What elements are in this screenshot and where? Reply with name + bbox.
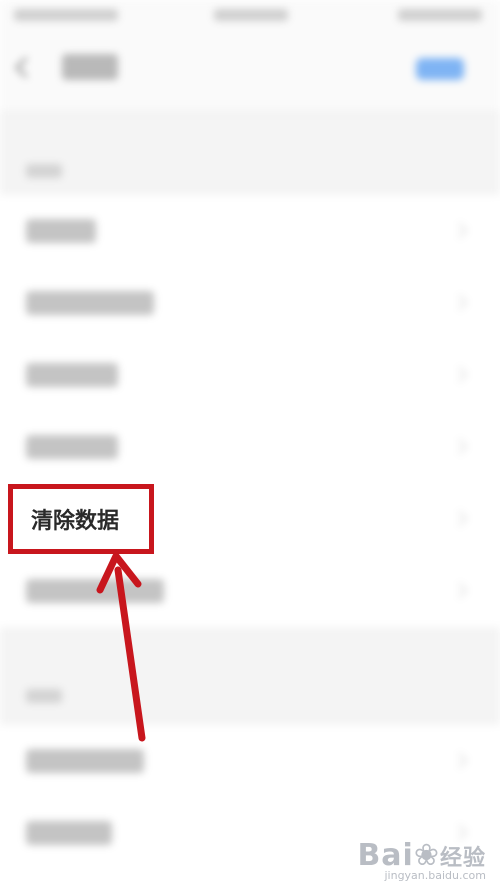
navigation-bar (0, 30, 500, 110)
blurred-settings-screen (0, 0, 500, 889)
settings-row[interactable] (0, 555, 500, 627)
chevron-right-icon (451, 366, 468, 383)
watermark-brand-text: Bai (357, 838, 414, 873)
clear-data-highlight-box[interactable]: 清除数据 (8, 484, 154, 554)
chevron-right-icon (451, 438, 468, 455)
settings-row[interactable] (0, 267, 500, 339)
row-label-blurred (26, 219, 96, 243)
row-label-blurred (26, 435, 118, 459)
section-header-general (0, 110, 500, 195)
status-carrier-blob (14, 9, 118, 21)
settings-row[interactable] (0, 725, 500, 797)
row-label-blurred (26, 363, 118, 387)
section-label-blurred (26, 689, 62, 703)
baidu-jingyan-watermark: Bai❀经验 jingyan.baidu.com (357, 838, 486, 882)
row-label-blurred (26, 579, 164, 603)
header-action-button-blurred[interactable] (416, 58, 464, 80)
page-title-blurred (62, 54, 118, 80)
settings-row[interactable] (0, 339, 500, 411)
row-label-blurred (26, 749, 144, 773)
settings-row[interactable] (0, 195, 500, 267)
baidu-paw-icon: ❀ (413, 838, 440, 873)
chevron-right-icon (451, 752, 468, 769)
watermark-brand: Bai❀经验 (357, 838, 486, 873)
chevron-right-icon (451, 510, 468, 527)
back-arrow-icon[interactable] (14, 56, 37, 79)
chevron-right-icon (451, 222, 468, 239)
status-time-blob (214, 9, 288, 21)
settings-row[interactable] (0, 411, 500, 483)
status-battery-blob (398, 9, 482, 21)
watermark-suffix-text: 经验 (439, 846, 486, 871)
section-header-other (0, 627, 500, 725)
row-label-blurred (26, 291, 154, 315)
status-bar (0, 0, 500, 30)
clear-data-label: 清除数据 (31, 509, 120, 534)
chevron-right-icon (451, 294, 468, 311)
chevron-right-icon (451, 582, 468, 599)
section-label-blurred (26, 164, 62, 178)
row-label-blurred (26, 821, 112, 845)
